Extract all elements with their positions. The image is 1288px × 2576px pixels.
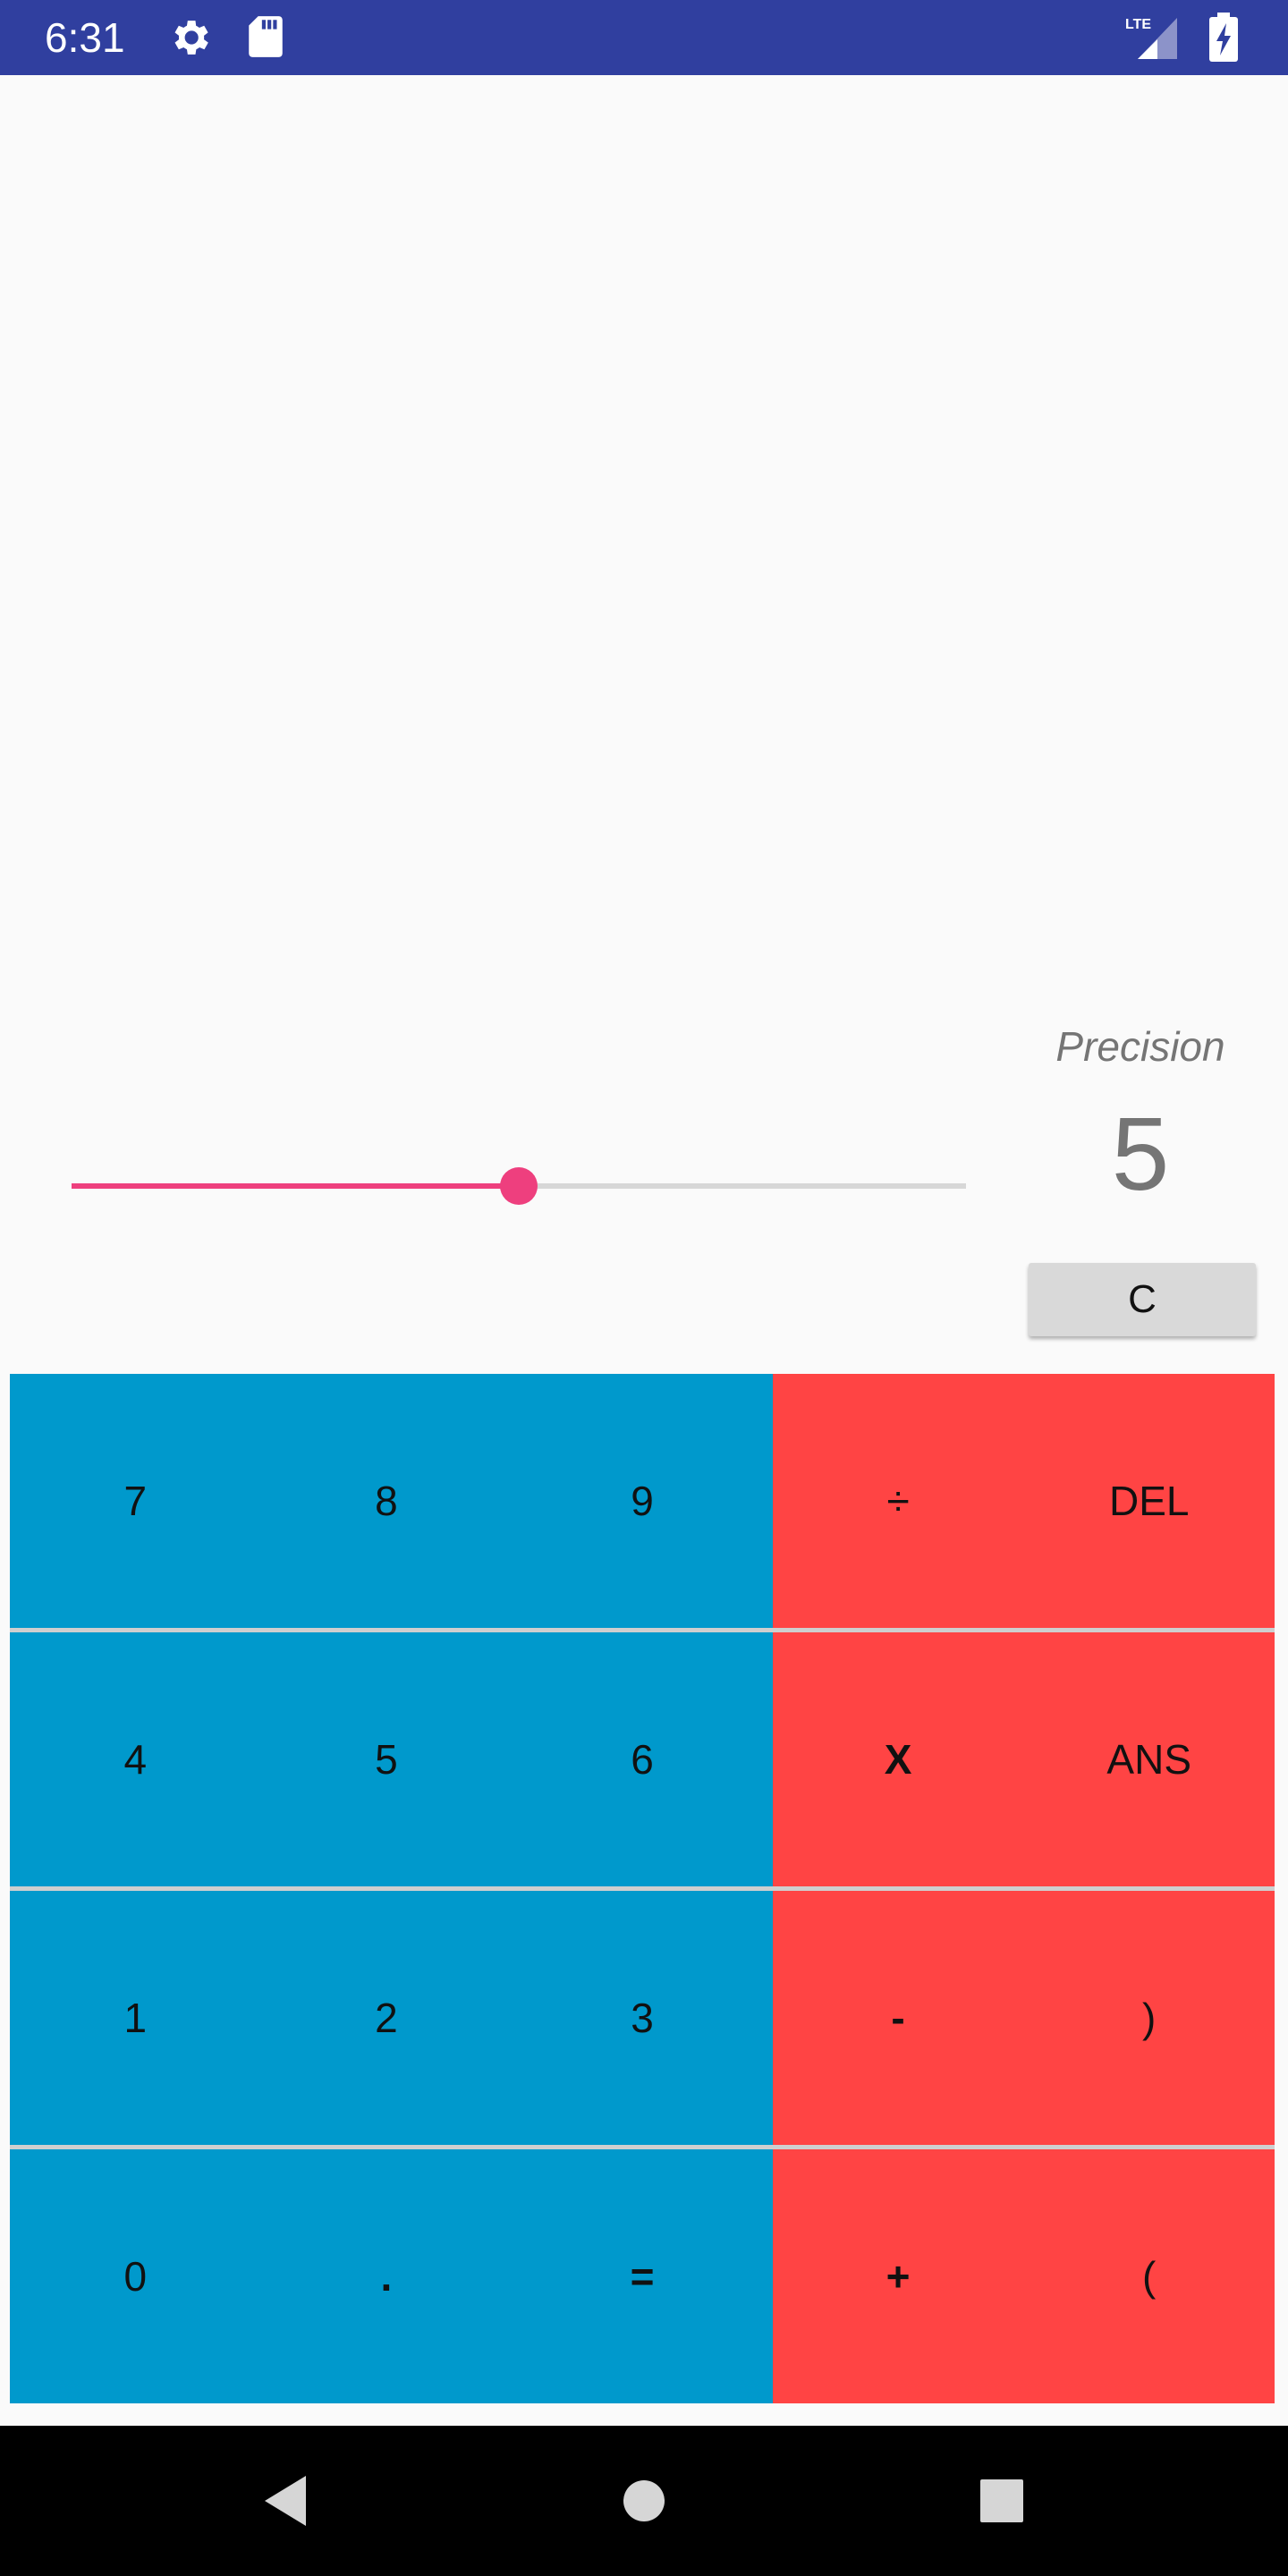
key-5[interactable]: 5	[260, 1632, 513, 1886]
sd-card-icon	[249, 16, 283, 57]
status-bar: 6:31 LTE	[0, 0, 1288, 75]
key-decimal[interactable]: .	[260, 2149, 513, 2403]
keypad-row-4: 0 . = + (	[10, 2149, 1275, 2403]
keypad-row-1: 7 8 9 ÷ DEL	[10, 1374, 1275, 1628]
keypad: 7 8 9 ÷ DEL 4 5 6 X ANS 1 2 3 - ) 0 . = …	[10, 1374, 1275, 2406]
recents-icon[interactable]	[975, 2426, 1029, 2576]
key-open-paren[interactable]: (	[1023, 2149, 1275, 2403]
precision-slider[interactable]	[72, 1163, 966, 1208]
key-delete[interactable]: DEL	[1023, 1374, 1275, 1628]
key-subtract[interactable]: -	[772, 1891, 1024, 2145]
precision-value: 5	[1111, 1096, 1170, 1212]
lte-signal-icon: LTE	[1125, 17, 1177, 59]
keypad-row-3: 1 2 3 - )	[10, 1891, 1275, 2145]
result-display	[0, 75, 1288, 1023]
key-multiply[interactable]: X	[772, 1632, 1024, 1886]
key-0[interactable]: 0	[10, 2149, 261, 2403]
navigation-bar	[0, 2426, 1288, 2576]
key-divide[interactable]: ÷	[772, 1374, 1024, 1628]
key-7[interactable]: 7	[10, 1374, 261, 1628]
key-1[interactable]: 1	[10, 1891, 261, 2145]
key-2[interactable]: 2	[260, 1891, 513, 2145]
slider-thumb[interactable]	[500, 1167, 538, 1205]
home-icon[interactable]	[617, 2426, 671, 2576]
key-add[interactable]: +	[772, 2149, 1024, 2403]
slider-fill	[72, 1183, 519, 1189]
key-6[interactable]: 6	[512, 1632, 773, 1886]
key-close-paren[interactable]: )	[1023, 1891, 1275, 2145]
key-8[interactable]: 8	[260, 1374, 513, 1628]
back-icon[interactable]	[259, 2426, 313, 2576]
precision-label: Precision	[1055, 1023, 1225, 1070]
status-time: 6:31	[45, 14, 125, 61]
keypad-row-2: 4 5 6 X ANS	[10, 1632, 1275, 1886]
battery-charging-icon	[1209, 13, 1238, 62]
key-3[interactable]: 3	[512, 1891, 773, 2145]
clear-button[interactable]: C	[1029, 1263, 1256, 1336]
key-9[interactable]: 9	[512, 1374, 773, 1628]
key-4[interactable]: 4	[10, 1632, 261, 1886]
key-equals[interactable]: =	[512, 2149, 773, 2403]
gear-icon	[174, 21, 208, 55]
key-answer[interactable]: ANS	[1023, 1632, 1275, 1886]
svg-text:LTE: LTE	[1125, 17, 1151, 32]
